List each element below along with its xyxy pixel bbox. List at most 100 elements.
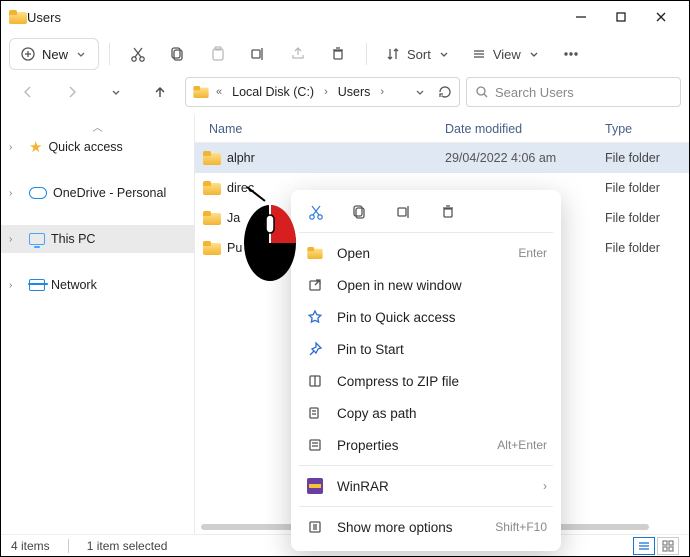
toolbar: New Sort View — [1, 33, 689, 75]
nav-collapse-icon[interactable]: ︿ — [1, 119, 194, 133]
ctx-delete-icon[interactable] — [437, 203, 459, 221]
window-title: Users — [27, 10, 61, 25]
nav-quick-access[interactable]: › ★ Quick access — [1, 133, 194, 161]
cut-button[interactable] — [120, 38, 156, 70]
file-type: File folder — [605, 211, 689, 225]
ctx-item-label: Copy as path — [337, 406, 547, 421]
ctx-pin-start[interactable]: Pin to Start — [291, 333, 561, 365]
col-type[interactable]: Type — [605, 122, 689, 136]
new-window-icon — [305, 277, 325, 293]
file-date: 29/04/2022 4:06 am — [445, 151, 605, 165]
ctx-rename-icon[interactable] — [393, 203, 415, 221]
folder-icon — [203, 181, 221, 195]
ctx-item-label: Show more options — [337, 520, 483, 535]
ctx-item-hint: Shift+F10 — [495, 520, 547, 534]
breadcrumb-chevron-icon[interactable]: › — [322, 86, 330, 98]
breadcrumb-0[interactable]: Local Disk (C:) — [228, 85, 318, 99]
rename-button[interactable] — [240, 38, 276, 70]
col-date[interactable]: Date modified — [445, 122, 605, 136]
star-icon: ★ — [29, 140, 42, 155]
twistie-icon[interactable]: › — [9, 280, 23, 291]
window-maximize[interactable] — [601, 1, 641, 33]
refresh-icon[interactable] — [437, 84, 453, 100]
nav-item-label: Network — [51, 278, 97, 292]
properties-icon — [305, 437, 325, 453]
search-icon — [475, 85, 489, 99]
more-options-icon — [305, 519, 325, 535]
ctx-pin-quick-access[interactable]: Pin to Quick access — [291, 301, 561, 333]
search-placeholder: Search Users — [495, 85, 574, 100]
ctx-winrar[interactable]: WinRAR › — [291, 470, 561, 502]
ctx-item-label: Properties — [337, 438, 485, 453]
ctx-open[interactable]: Open Enter — [291, 237, 561, 269]
network-icon — [29, 279, 45, 291]
window-minimize[interactable] — [561, 1, 601, 33]
view-button[interactable]: View — [463, 38, 549, 70]
address-history-chevron[interactable]: « — [214, 86, 224, 98]
share-button — [280, 38, 316, 70]
nav-up[interactable] — [141, 77, 179, 107]
address-bar[interactable]: « Local Disk (C:) › Users › — [185, 77, 460, 107]
navigation-pane: ︿ › ★ Quick access › OneDrive - Personal… — [1, 115, 195, 534]
nav-recent[interactable] — [97, 77, 135, 107]
paste-button — [200, 38, 236, 70]
ctx-copy-icon[interactable] — [349, 203, 371, 221]
ctx-cut-icon[interactable] — [305, 203, 327, 221]
address-dropdown-icon[interactable] — [413, 85, 427, 99]
ctx-item-label: Pin to Start — [337, 342, 547, 357]
view-button-label: View — [493, 47, 521, 62]
folder-open-icon — [307, 247, 322, 259]
ctx-properties[interactable]: Properties Alt+Enter — [291, 429, 561, 461]
nav-network[interactable]: › Network — [1, 271, 194, 299]
nav-onedrive[interactable]: › OneDrive - Personal — [1, 179, 194, 207]
ctx-compress-zip[interactable]: Compress to ZIP file — [291, 365, 561, 397]
col-name[interactable]: Name — [209, 122, 445, 136]
nav-this-pc[interactable]: › This PC — [1, 225, 194, 253]
file-type: File folder — [605, 151, 689, 165]
file-row[interactable]: alphr 29/04/2022 4:06 am File folder — [195, 143, 689, 173]
breadcrumb-chevron-icon[interactable]: › — [378, 86, 386, 98]
new-button-label: New — [42, 47, 68, 62]
context-menu: Open Enter Open in new window Pin to Qui… — [291, 190, 561, 551]
view-large-icons-toggle[interactable] — [657, 537, 679, 555]
nav-item-label: OneDrive - Personal — [53, 186, 166, 200]
view-details-toggle[interactable] — [633, 537, 655, 555]
delete-button[interactable] — [320, 38, 356, 70]
folder-icon — [203, 211, 221, 225]
pc-icon — [29, 233, 45, 245]
twistie-icon[interactable]: › — [9, 188, 23, 199]
window-folder-icon — [9, 10, 27, 24]
ctx-copy-path[interactable]: Copy as path — [291, 397, 561, 429]
nav-item-label: Quick access — [48, 140, 122, 154]
twistie-icon[interactable]: › — [9, 234, 23, 245]
file-type: File folder — [605, 241, 689, 255]
ctx-item-label: Open in new window — [337, 278, 547, 293]
file-name: alphr — [227, 151, 255, 165]
ctx-item-hint: Enter — [518, 246, 547, 260]
ctx-item-label: Compress to ZIP file — [337, 374, 547, 389]
column-headers[interactable]: Name Date modified Type — [195, 115, 689, 143]
title-bar: Users — [1, 1, 689, 33]
folder-icon — [203, 151, 221, 165]
nav-forward — [53, 77, 91, 107]
ctx-item-label: WinRAR — [337, 479, 531, 494]
search-box[interactable]: Search Users — [466, 77, 681, 107]
zip-icon — [305, 373, 325, 389]
breadcrumb-1[interactable]: Users — [334, 85, 375, 99]
star-outline-icon — [305, 309, 325, 325]
nav-item-label: This PC — [51, 232, 95, 246]
more-button[interactable] — [553, 38, 589, 70]
pin-icon — [305, 341, 325, 357]
ctx-open-new-window[interactable]: Open in new window — [291, 269, 561, 301]
sort-button[interactable]: Sort — [377, 38, 459, 70]
window-close[interactable] — [641, 1, 681, 33]
ctx-item-label: Open — [337, 246, 506, 261]
new-button[interactable]: New — [9, 38, 99, 70]
sort-button-label: Sort — [407, 47, 431, 62]
file-type: File folder — [605, 181, 689, 195]
address-folder-icon — [193, 86, 208, 98]
copy-button[interactable] — [160, 38, 196, 70]
ctx-show-more[interactable]: Show more options Shift+F10 — [291, 511, 561, 543]
cloud-icon — [29, 187, 47, 199]
twistie-icon[interactable]: › — [9, 142, 23, 153]
